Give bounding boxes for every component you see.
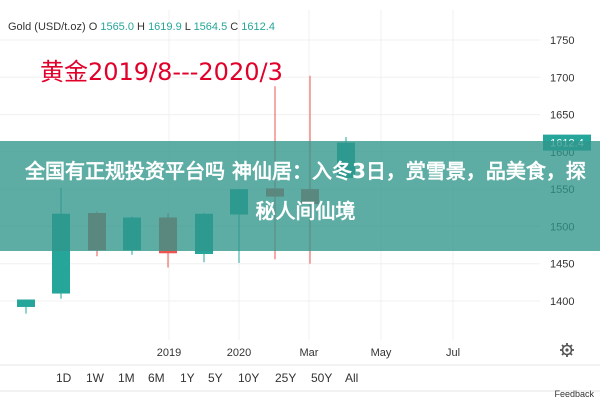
range-button-50y[interactable]: 50Y: [311, 371, 332, 385]
range-button-5y[interactable]: 5Y: [208, 371, 223, 385]
close-label: C: [230, 21, 239, 33]
x-tick-label: 2020: [227, 347, 251, 359]
range-button-1y[interactable]: 1Y: [180, 371, 195, 385]
range-button-all[interactable]: All: [345, 371, 358, 385]
y-tick-label: 1650: [550, 110, 574, 122]
high-value: 1619.9: [148, 21, 182, 33]
settings-gear-icon[interactable]: [560, 343, 574, 357]
range-button-1m[interactable]: 1M: [118, 371, 135, 385]
open-label: O: [88, 21, 98, 33]
low-label: L: [184, 21, 191, 33]
low-value: 1564.5: [193, 21, 228, 33]
symbol-label: Gold (USD/t.oz): [8, 21, 86, 33]
range-button-25y[interactable]: 25Y: [275, 371, 296, 385]
ohlc-readout: Gold (USD/t.oz) O 1565.0 H 1619.9 L 1564…: [8, 21, 275, 33]
feedback-link[interactable]: Feedback: [554, 389, 594, 399]
overlay-title: 黄金2019/8---2020/3: [40, 58, 283, 86]
range-button-1w[interactable]: 1W: [86, 371, 104, 385]
y-tick-label: 1700: [550, 72, 574, 84]
open-value: 1565.0: [100, 21, 134, 33]
y-tick-label: 1400: [550, 296, 574, 308]
y-tick-label: 1450: [550, 259, 574, 271]
range-button-1d[interactable]: 1D: [56, 371, 71, 385]
article-banner[interactable]: 全国有正规投资平台吗 神仙居：入冬3日，赏雪景，品美食，探秘人间仙境: [0, 141, 600, 251]
x-tick-label: 2019: [157, 347, 181, 359]
candle-body: [17, 299, 35, 307]
x-tick-label: Jul: [446, 347, 460, 359]
close-value: 1612.4: [241, 21, 275, 33]
y-tick-label: 1750: [550, 35, 574, 47]
range-button-10y[interactable]: 10Y: [238, 371, 259, 385]
range-selector: 1D 1W 1M 6M 1Y 5Y 10Y 25Y 50Y All: [0, 365, 600, 393]
high-label: H: [137, 21, 145, 33]
range-button-6m[interactable]: 6M: [148, 371, 165, 385]
x-tick-label: Mar: [300, 347, 319, 359]
candle: [17, 299, 35, 314]
banner-text[interactable]: 全国有正规投资平台吗 神仙居：入冬3日，赏雪景，品美食，探秘人间仙境: [18, 151, 593, 231]
x-tick-label: May: [371, 347, 392, 359]
x-axis: 2019 2020 Mar May Jul: [157, 347, 460, 359]
